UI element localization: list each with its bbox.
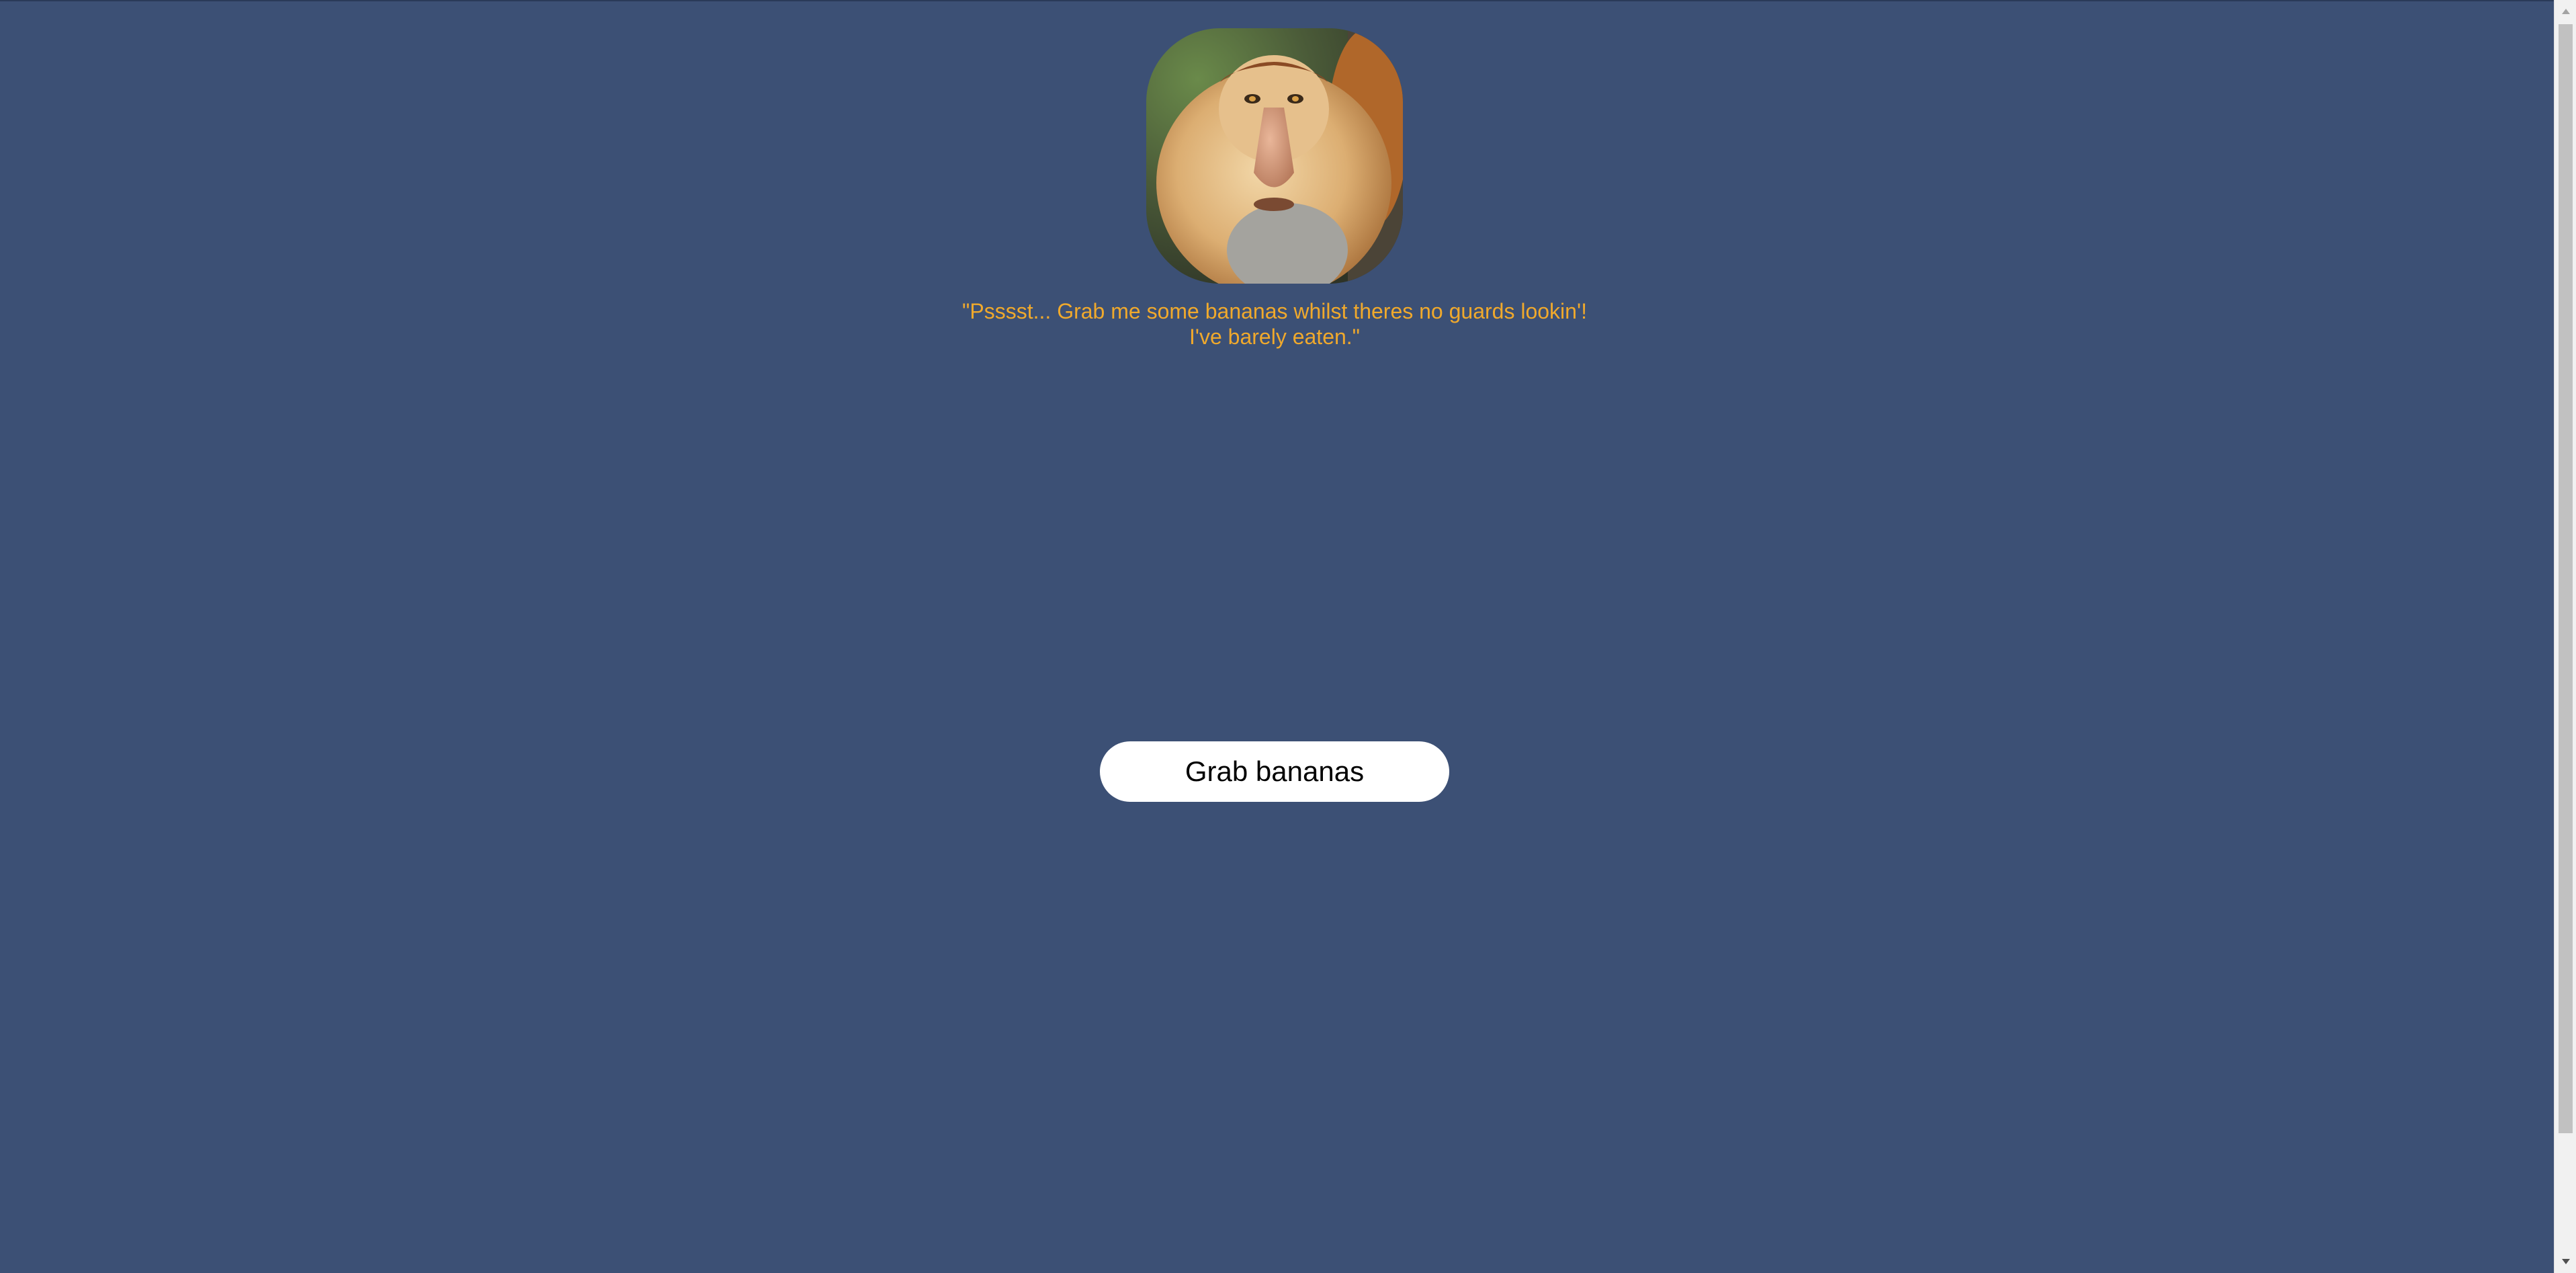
grab-bananas-button[interactable]: Grab bananas <box>1100 741 1449 802</box>
scroll-down-button[interactable] <box>2554 1250 2576 1273</box>
quote-line-1: "Psssst... Grab me some bananas whilst t… <box>962 299 1587 323</box>
game-page: "Psssst... Grab me some bananas whilst t… <box>0 0 2554 1273</box>
scroll-up-button[interactable] <box>2554 0 2576 23</box>
scroll-down-icon <box>2561 1259 2570 1264</box>
monkey-portrait-image <box>1146 28 1403 284</box>
monkey-portrait <box>1146 28 1403 284</box>
quote-line-2: I've barely eaten." <box>1189 325 1361 349</box>
vertical-scrollbar[interactable] <box>2554 0 2576 1273</box>
window-top-border <box>0 0 2554 1</box>
scrollbar-thumb[interactable] <box>2559 24 2573 1133</box>
monkey-quote: "Psssst... Grab me some bananas whilst t… <box>873 298 1676 350</box>
scroll-up-icon <box>2561 9 2570 14</box>
